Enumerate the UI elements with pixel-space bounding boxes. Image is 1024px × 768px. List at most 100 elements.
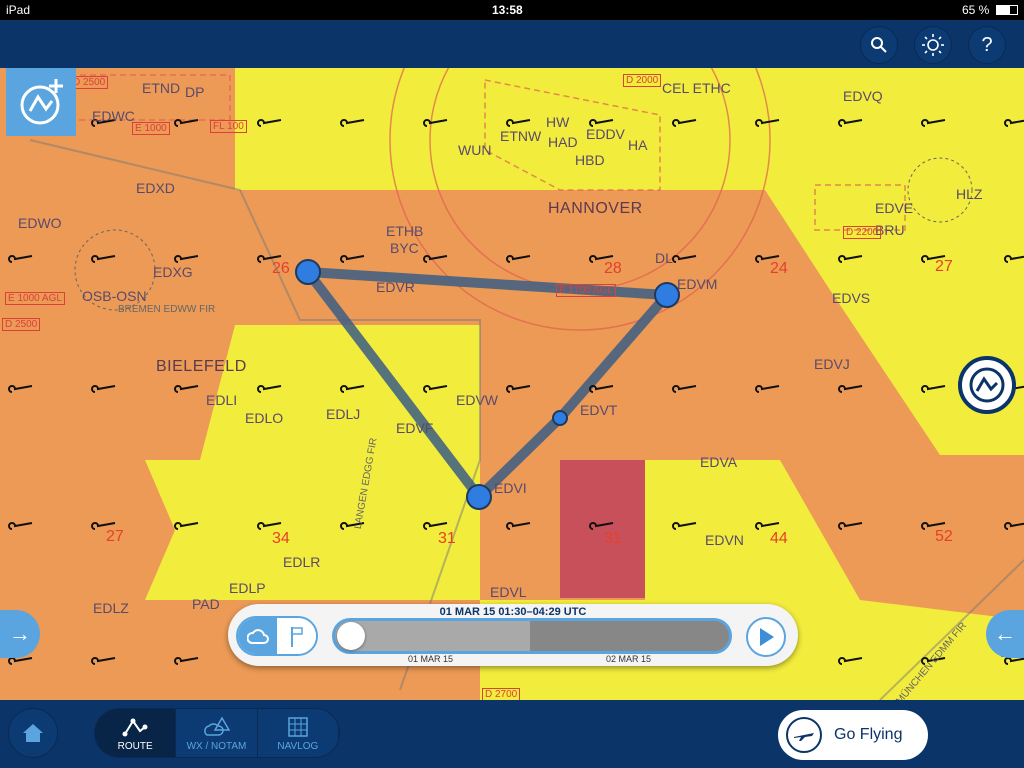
help-button[interactable]: ?: [968, 26, 1006, 64]
airport-label[interactable]: EDLO: [245, 410, 283, 426]
add-route-button[interactable]: [6, 68, 76, 136]
waypoint-edvi: [466, 484, 492, 510]
wind-barb-icon: [506, 119, 531, 127]
wind-value: 28: [604, 260, 622, 277]
wind-barb-icon: [755, 119, 780, 127]
airport-label[interactable]: EDVN: [705, 532, 744, 548]
top-toolbar: ?: [0, 20, 1024, 68]
airport-label[interactable]: EDLZ: [93, 600, 129, 616]
wind-layer-button[interactable]: [277, 618, 316, 654]
airport-label[interactable]: EDVA: [700, 454, 737, 470]
tab-label: WX / NOTAM: [186, 740, 247, 752]
wind-barb-icon: [838, 657, 863, 665]
wind-barb-icon: [672, 119, 697, 127]
wind-value: 24: [770, 260, 788, 277]
waypoint-intermediate: [552, 410, 568, 426]
airport-label[interactable]: WUN: [458, 142, 491, 158]
airspace-label: FL 100: [210, 120, 247, 133]
airport-label[interactable]: EDDV: [586, 126, 625, 142]
airport-label[interactable]: EDWC: [92, 108, 135, 124]
tab-bar: ROUTE WX / NOTAM NAVLOG: [94, 708, 340, 758]
airport-label[interactable]: EDLR: [283, 554, 320, 570]
windsock-icon: [290, 627, 303, 647]
airport-label[interactable]: EDVT: [580, 402, 617, 418]
airport-label[interactable]: DL: [655, 250, 673, 266]
weather-warning-icon: [204, 716, 231, 736]
airspace-label: E 1000 AGL: [5, 292, 65, 305]
airport-label[interactable]: EDVQ: [843, 88, 883, 104]
airport-label[interactable]: EDVR: [376, 279, 415, 295]
airport-label[interactable]: EDLJ: [326, 406, 360, 422]
airport-label[interactable]: HA: [628, 137, 647, 153]
wind-barb-icon: [838, 255, 863, 263]
airspace-label: D 2500: [2, 318, 41, 331]
airport-label[interactable]: EDVI: [494, 480, 527, 496]
search-button[interactable]: [860, 26, 898, 64]
airport-label[interactable]: EDWO: [18, 215, 62, 231]
go-flying-button[interactable]: Go Flying: [778, 710, 928, 760]
tab-label: NAVLOG: [277, 740, 319, 752]
airport-label[interactable]: EDLI: [206, 392, 237, 408]
city-label: BIELEFELD: [156, 358, 247, 375]
airport-label[interactable]: HLZ: [956, 186, 982, 202]
wind-barb-icon: [423, 522, 448, 530]
brightness-button[interactable]: [914, 26, 952, 64]
tab-wx-notam[interactable]: WX / NOTAM: [176, 709, 258, 757]
airport-label[interactable]: DP: [185, 84, 204, 100]
wind-barb-icon: [1004, 255, 1024, 263]
timeline-tick: 02 MAR 15: [606, 654, 652, 664]
airport-label[interactable]: ETND: [142, 80, 180, 96]
wind-value: 26: [272, 260, 290, 277]
airport-label[interactable]: EDVE: [875, 200, 913, 216]
waypoint-edvr: [295, 259, 321, 285]
wind-value: 44: [770, 530, 788, 547]
wind-barb-icon: [340, 119, 365, 127]
airport-label[interactable]: EDXG: [153, 264, 193, 280]
play-icon: [760, 628, 774, 646]
home-button[interactable]: [8, 708, 58, 758]
airport-label[interactable]: EDVW: [456, 392, 498, 408]
airport-label[interactable]: EDVF: [396, 420, 433, 436]
airport-label[interactable]: ETNW: [500, 128, 541, 144]
airport-label[interactable]: HBD: [575, 152, 605, 168]
airport-label[interactable]: EDLP: [229, 580, 266, 596]
cloud-icon: [246, 629, 269, 644]
airspace-label: E 1700 AGL: [556, 284, 616, 297]
airport-label[interactable]: OSB-OSN: [82, 288, 147, 304]
airport-label[interactable]: EDVS: [832, 290, 870, 306]
time-slider-thumb[interactable]: [337, 622, 365, 650]
route-overview-button[interactable]: [958, 356, 1016, 414]
clock: 13:58: [492, 3, 523, 17]
tab-navlog[interactable]: NAVLOG: [257, 709, 339, 757]
tab-route[interactable]: ROUTE: [95, 709, 177, 757]
airport-label[interactable]: BYC: [390, 240, 419, 256]
wind-barb-icon: [423, 119, 448, 127]
wind-value: 27: [935, 258, 953, 275]
play-button[interactable]: [746, 617, 786, 657]
wind-barb-icon: [257, 385, 282, 393]
table-icon: [288, 716, 308, 737]
timeline-tick: 01 MAR 15: [408, 654, 454, 664]
airport-label[interactable]: EDVM: [677, 276, 717, 292]
airport-label[interactable]: EDVJ: [814, 356, 850, 372]
wind-barb-icon: [921, 385, 946, 393]
wind-value: 31: [438, 530, 456, 547]
cloud-layer-button[interactable]: [238, 618, 277, 654]
wind-barb-icon: [1004, 119, 1024, 127]
airport-label[interactable]: ETHB: [386, 223, 423, 239]
tab-label: ROUTE: [117, 740, 153, 752]
airport-label[interactable]: EDVL: [490, 584, 527, 600]
airspace-label: D 2000: [623, 74, 662, 87]
airport-label[interactable]: HAD: [548, 134, 578, 150]
wind-barb-icon: [257, 119, 282, 127]
waypoint-edvm: [654, 282, 680, 308]
fir-label: BREMEN EDWW FIR: [118, 304, 216, 315]
battery-icon: [996, 5, 1018, 15]
airport-label[interactable]: CEL ETHC: [662, 80, 731, 96]
airport-label[interactable]: EDXD: [136, 180, 175, 196]
airport-label[interactable]: HW: [546, 114, 569, 130]
device-name: iPad: [6, 3, 31, 17]
airport-label[interactable]: PAD: [192, 596, 220, 612]
layer-toggle[interactable]: [236, 616, 318, 656]
time-slider[interactable]: [332, 618, 732, 654]
